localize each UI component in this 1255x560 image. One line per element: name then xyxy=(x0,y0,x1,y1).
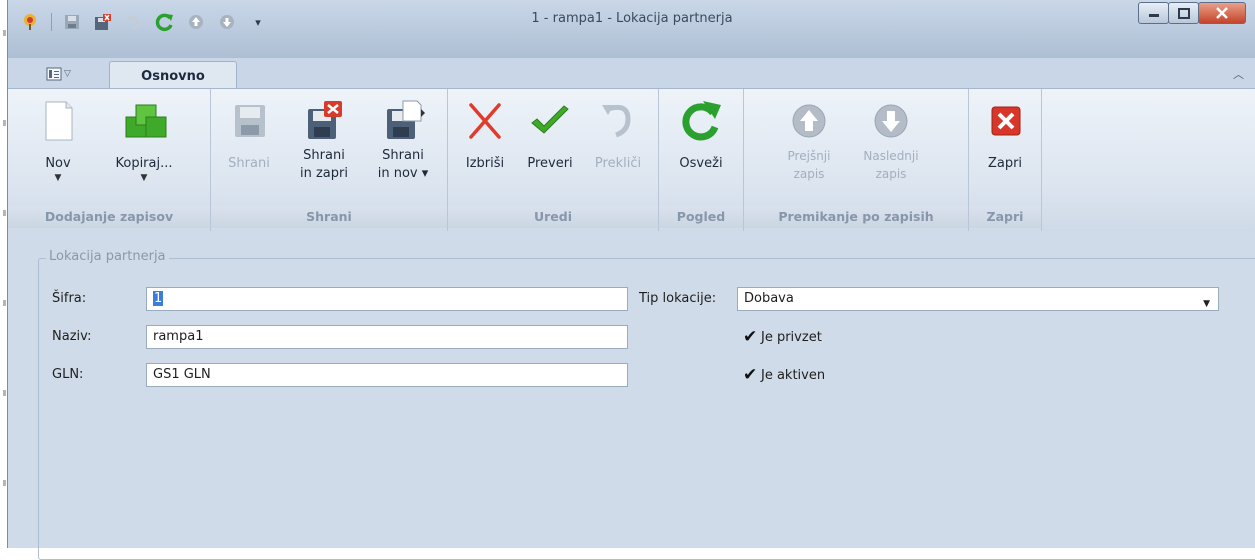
group-zapri: Zapri Zapri xyxy=(969,89,1042,231)
save-close-icon xyxy=(302,99,346,143)
je-aktiven-checkbox[interactable]: ✔ Je aktiven xyxy=(743,365,825,385)
group-title-dodajanje: Dodajanje zapisov xyxy=(8,206,210,228)
group-title-shrani: Shrani xyxy=(211,206,447,228)
application-window: ▾ 1 - rampa1 - Lokacija partnerja ▽ Osno… xyxy=(7,0,1255,560)
next-record-icon xyxy=(869,99,913,143)
group-title-premikanje: Premikanje po zapisih xyxy=(744,206,968,228)
izbrisi-button[interactable]: Izbriši xyxy=(456,99,514,173)
window-title: 1 - rampa1 - Lokacija partnerja xyxy=(531,11,733,26)
osvezi-button[interactable]: Osveži xyxy=(671,99,731,173)
shrani-in-zapri-button[interactable]: Shrani in zapri xyxy=(291,99,357,183)
save-new-icon xyxy=(381,99,425,143)
nov-button[interactable]: Nov ▼ xyxy=(30,99,86,183)
shrani-in-nov-button[interactable]: Shrani in nov ▾ xyxy=(369,99,437,183)
tip-lokacije-label: Tip lokacije: xyxy=(639,291,717,306)
chevron-down-icon[interactable]: ▼ xyxy=(1203,293,1210,315)
copy-cubes-icon xyxy=(122,99,167,143)
je-privzet-checkbox[interactable]: ✔ Je privzet xyxy=(743,327,822,347)
shrani-button[interactable]: Shrani xyxy=(221,99,277,173)
close-red-icon xyxy=(983,99,1027,143)
zapri-button[interactable]: Zapri xyxy=(979,99,1031,173)
kopiraj-button[interactable]: Kopiraj... ▼ xyxy=(108,99,180,183)
left-edge xyxy=(0,0,7,548)
group-pogled: Osveži Pogled xyxy=(659,89,744,231)
fieldset-legend: Lokacija partnerja xyxy=(46,249,169,264)
group-title-pogled: Pogled xyxy=(659,206,743,228)
naslednji-zapis-button[interactable]: Naslednji zapis xyxy=(856,99,926,183)
collapse-ribbon-icon[interactable]: ︿ xyxy=(1233,66,1244,82)
app-menu-icon xyxy=(46,67,62,81)
gln-label: GLN: xyxy=(52,367,84,382)
sifra-label: Šifra: xyxy=(52,291,87,306)
title-bar: ▾ 1 - rampa1 - Lokacija partnerja xyxy=(8,0,1255,58)
gln-field[interactable]: GS1 GLN xyxy=(146,363,628,387)
group-title-uredi: Uredi xyxy=(448,206,658,228)
checkmark-icon: ✔ xyxy=(743,365,758,385)
sifra-field[interactable]: 1 xyxy=(146,287,628,311)
group-uredi: Izbriši Preveri Prekliči Uredi xyxy=(448,89,659,231)
group-title-zapri: Zapri xyxy=(969,206,1041,228)
delete-icon xyxy=(463,99,507,143)
form-area: Lokacija partnerja Šifra: 1 Naziv: rampa… xyxy=(8,231,1255,560)
check-icon xyxy=(528,99,572,143)
checkmark-icon: ✔ xyxy=(743,327,758,347)
application-menu-button[interactable]: ▽ xyxy=(46,65,74,83)
ribbon: Nov ▼ Kopiraj... ▼ Dodajanje zapisov Shr… xyxy=(8,88,1255,232)
preklici-button[interactable]: Prekliči xyxy=(588,99,648,173)
minimize-button[interactable] xyxy=(1138,2,1169,24)
maximize-button[interactable] xyxy=(1168,2,1199,24)
group-premikanje: Prejšnji zapis Naslednji zapis Premikanj… xyxy=(744,89,969,231)
naziv-field[interactable]: rampa1 xyxy=(146,325,628,349)
new-document-icon xyxy=(36,99,80,143)
tip-lokacije-select[interactable]: Dobava ▼ xyxy=(737,287,1219,311)
undo-icon xyxy=(596,99,640,143)
tab-osnovno[interactable]: Osnovno xyxy=(109,61,237,90)
save-icon xyxy=(227,99,271,143)
previous-record-icon xyxy=(787,99,831,143)
group-dodajanje-zapisov: Nov ▼ Kopiraj... ▼ Dodajanje zapisov xyxy=(8,89,211,231)
ribbon-tab-row: ▽ Osnovno ︿ xyxy=(8,58,1255,90)
group-shrani: Shrani Shrani in zapri Shrani in nov ▾ S… xyxy=(211,89,448,231)
naziv-label: Naziv: xyxy=(52,329,92,344)
preveri-button[interactable]: Preveri xyxy=(520,99,580,173)
refresh-icon xyxy=(679,99,723,143)
prejsnji-zapis-button[interactable]: Prejšnji zapis xyxy=(778,99,840,183)
window-controls xyxy=(1138,2,1246,24)
close-window-button[interactable] xyxy=(1198,2,1246,24)
